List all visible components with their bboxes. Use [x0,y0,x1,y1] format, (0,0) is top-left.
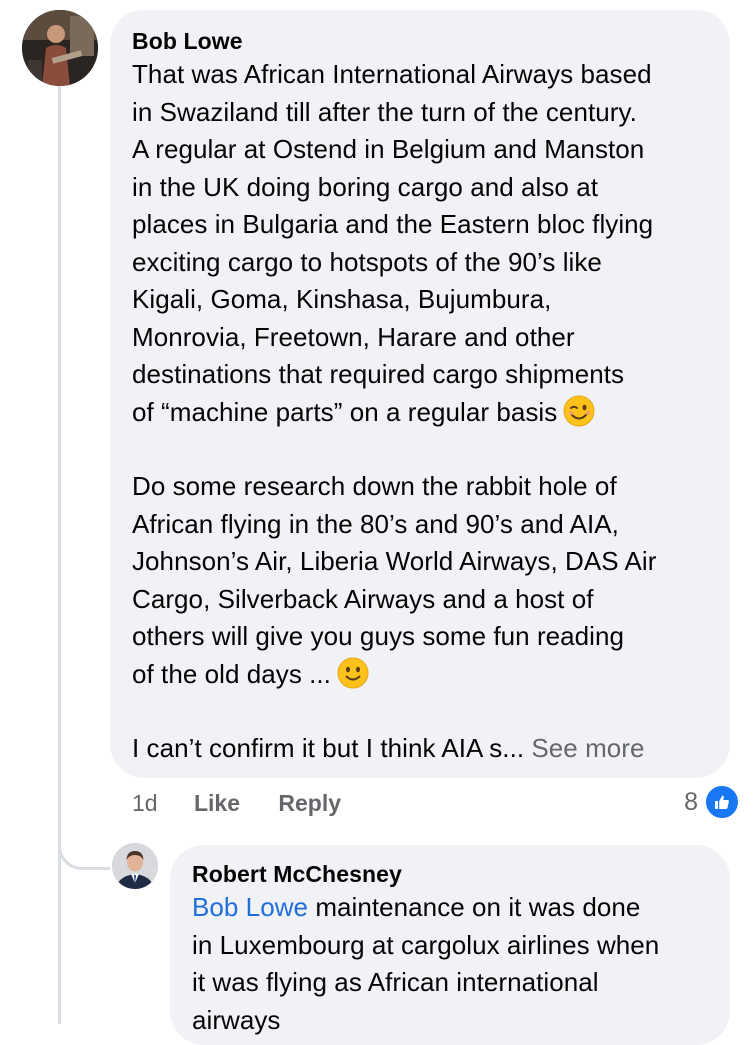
thread-branch-line [58,820,110,870]
reply-line: airways [192,1004,281,1035]
bob-lowe-avatar-image [22,10,98,86]
comment-line: Monrovia, Freetown, Harare and other [132,321,575,352]
slightly-smiling-face-emoji-icon [337,657,369,689]
reply-button[interactable]: Reply [278,786,341,820]
comment-bubble: Bob Lowe That was African International … [110,10,730,778]
comment-line: Kigali, Goma, Kinshasa, Bujumbura, [132,284,552,314]
comment-line: of the old days ... [132,658,331,689]
reply-author[interactable]: Robert McChesney [192,859,710,889]
avatar[interactable] [112,843,158,889]
like-button[interactable]: Like [194,786,240,820]
comment-body: That was African International Airways b… [132,56,710,768]
avatar[interactable] [22,10,98,86]
comment-line: of “machine parts” on a regular basis [132,396,558,427]
reply-line: in Luxembourg at cargolux airlines when [192,929,660,960]
comment-paragraph-3: I can’t confirm it but I think AIA s... … [132,730,710,768]
mention-link[interactable]: Bob Lowe [192,892,308,922]
winking-face-emoji-icon [563,395,595,427]
see-more-link[interactable]: See more [531,733,644,763]
reply-body: Bob Lowe maintenance on it was done in L… [192,889,710,1039]
comment-line: destinations that required cargo shipmen… [132,359,625,389]
thread-line [58,86,61,1024]
reaction-summary[interactable]: 8 [684,784,740,820]
comment-line: Johnson’s Air, Liberia World Airways, DA… [132,546,657,576]
comment-paragraph-1: That was African International Airways b… [132,56,710,431]
reaction-count: 8 [684,787,698,816]
comment-actions: 1d Like Reply [132,786,341,820]
comment-author[interactable]: Bob Lowe [132,26,710,56]
reply-line: it was flying as African international [192,967,599,997]
reply-bubble: Robert McChesney Bob Lowe maintenance on… [170,845,730,1045]
comment-line: Cargo, Silverback Airways and a host of [132,583,594,614]
comment-line: in Swaziland till after the turn of the … [132,96,637,127]
robert-mcchesney-avatar-image [112,843,158,889]
comment-line: African flying in the 80’s and 90’s and … [132,508,619,539]
comment-paragraph-2: Do some research down the rabbit hole of… [132,468,710,693]
comment-line: others will give you guys some fun readi… [132,621,625,651]
comment-line: A regular at Ostend in Belgium and Manst… [132,134,645,164]
thumbs-up-icon [704,784,740,820]
comment-line: I can’t confirm it but I think AIA s... [132,733,525,763]
comment-line: exciting cargo to hotspots of the 90’s l… [132,246,602,277]
comment-line: places in Bulgaria and the Eastern bloc … [132,209,654,239]
comment-line: in the UK doing boring cargo and also at [132,171,598,202]
comment-timestamp[interactable]: 1d [132,786,158,820]
reply-line: maintenance on it was done [308,892,641,922]
comment-line: Do some research down the rabbit hole of [132,471,617,501]
comment-line: That was African International Airways b… [132,59,652,89]
